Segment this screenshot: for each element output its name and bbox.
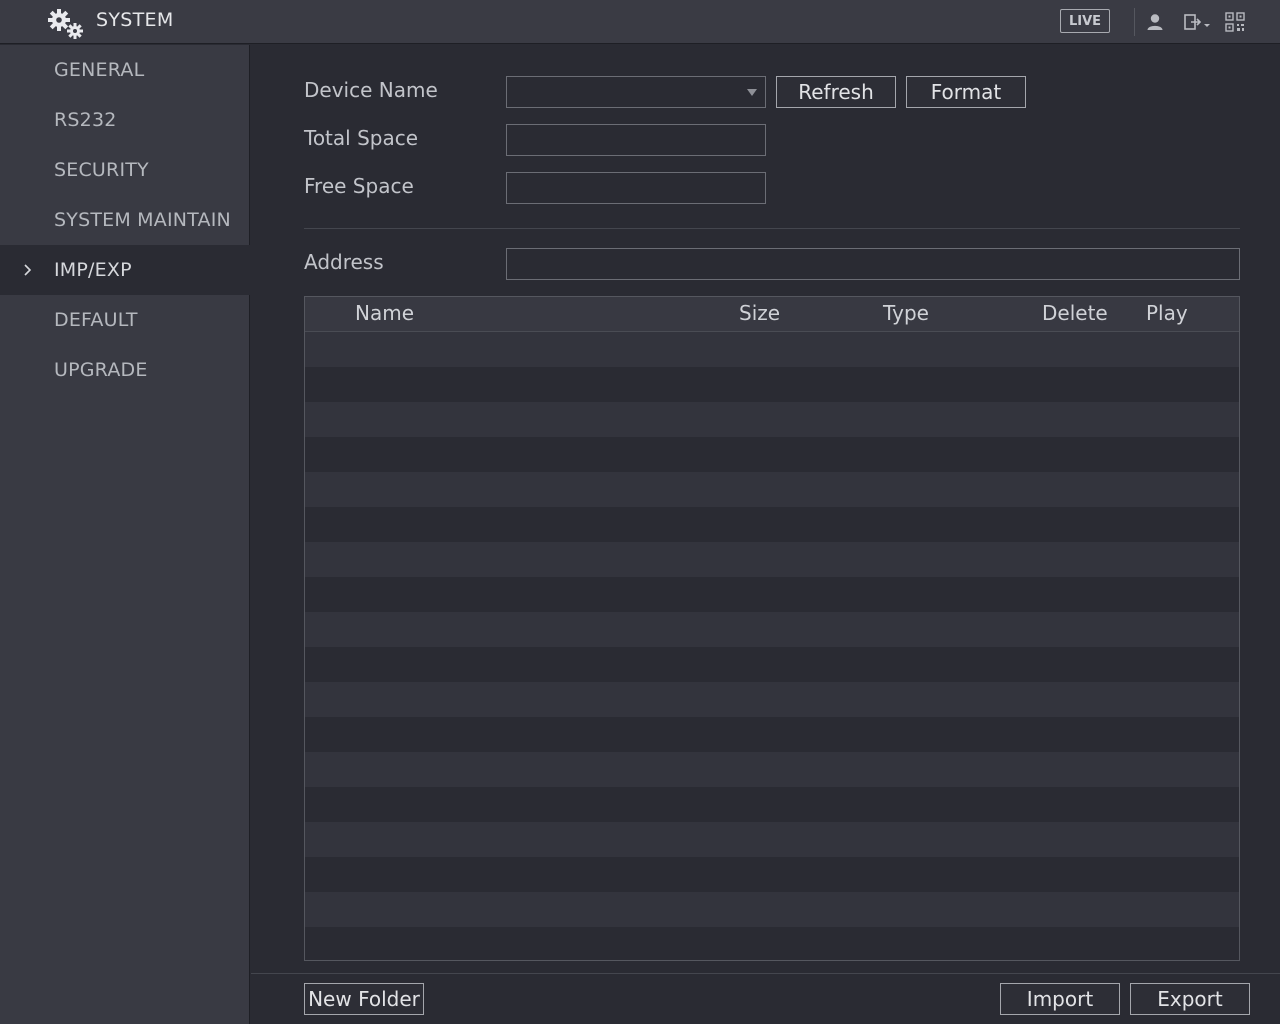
table-row[interactable] bbox=[305, 717, 1239, 752]
table-row[interactable] bbox=[305, 507, 1239, 542]
column-header-name: Name bbox=[355, 301, 415, 325]
sidebar-item-label: UPGRADE bbox=[54, 359, 148, 381]
table-row[interactable] bbox=[305, 437, 1239, 472]
column-header-delete: Delete bbox=[1042, 301, 1108, 325]
table-header: Name Size Type Delete Play bbox=[305, 297, 1239, 332]
new-folder-button[interactable]: New Folder bbox=[304, 983, 424, 1015]
table-row[interactable] bbox=[305, 402, 1239, 437]
header-separator bbox=[1134, 8, 1135, 36]
table-row[interactable] bbox=[305, 787, 1239, 822]
sidebar-item-general[interactable]: GENERAL bbox=[0, 45, 250, 95]
column-header-type: Type bbox=[883, 301, 929, 325]
table-row[interactable] bbox=[305, 367, 1239, 402]
chevron-right-icon bbox=[24, 264, 32, 276]
refresh-button[interactable]: Refresh bbox=[776, 76, 896, 108]
sidebar-item-default[interactable]: DEFAULT bbox=[0, 295, 250, 345]
chevron-down-icon bbox=[747, 89, 757, 96]
sidebar-item-label: DEFAULT bbox=[54, 309, 138, 331]
table-row[interactable] bbox=[305, 332, 1239, 367]
device-name-dropdown[interactable] bbox=[506, 76, 766, 108]
free-space-label: Free Space bbox=[304, 174, 414, 198]
sidebar-item-system-maintain[interactable]: SYSTEM MAINTAIN bbox=[0, 195, 250, 245]
sidebar-item-security[interactable]: SECURITY bbox=[0, 145, 250, 195]
sidebar-nav: GENERAL RS232 SECURITY SYSTEM MAINTAIN I… bbox=[0, 45, 250, 1024]
device-name-label: Device Name bbox=[304, 78, 438, 102]
address-label: Address bbox=[304, 250, 384, 274]
footer-divider bbox=[251, 973, 1280, 974]
page-title: SYSTEM bbox=[96, 9, 174, 31]
table-row[interactable] bbox=[305, 857, 1239, 892]
format-button[interactable]: Format bbox=[906, 76, 1026, 108]
live-view-button[interactable]: LIVE bbox=[1060, 9, 1110, 33]
sidebar-item-label: SECURITY bbox=[54, 159, 149, 181]
total-space-field bbox=[506, 124, 766, 156]
table-row[interactable] bbox=[305, 542, 1239, 577]
sidebar-item-label: SYSTEM MAINTAIN bbox=[54, 209, 231, 231]
column-header-size: Size bbox=[739, 301, 781, 325]
qr-code-icon[interactable] bbox=[1224, 11, 1246, 33]
table-row[interactable] bbox=[305, 927, 1239, 960]
export-button[interactable]: Export bbox=[1130, 983, 1250, 1015]
user-icon[interactable] bbox=[1144, 11, 1166, 33]
table-row[interactable] bbox=[305, 822, 1239, 857]
sidebar-item-imp-exp[interactable]: IMP/EXP bbox=[0, 245, 250, 295]
import-button[interactable]: Import bbox=[1000, 983, 1120, 1015]
top-header-bar: SYSTEM LIVE bbox=[0, 0, 1280, 44]
column-header-play: Play bbox=[1146, 301, 1188, 325]
table-row[interactable] bbox=[305, 647, 1239, 682]
section-divider bbox=[304, 228, 1240, 229]
sidebar-item-upgrade[interactable]: UPGRADE bbox=[0, 345, 250, 395]
table-row[interactable] bbox=[305, 682, 1239, 717]
file-table: Name Size Type Delete Play bbox=[304, 296, 1240, 961]
sidebar-item-rs232[interactable]: RS232 bbox=[0, 95, 250, 145]
sidebar-item-label: GENERAL bbox=[54, 59, 145, 81]
sidebar-item-label: RS232 bbox=[54, 109, 117, 131]
table-row[interactable] bbox=[305, 472, 1239, 507]
table-row[interactable] bbox=[305, 892, 1239, 927]
table-row[interactable] bbox=[305, 612, 1239, 647]
address-field[interactable] bbox=[506, 248, 1240, 280]
table-row[interactable] bbox=[305, 577, 1239, 612]
table-row[interactable] bbox=[305, 752, 1239, 787]
free-space-field bbox=[506, 172, 766, 204]
gears-icon bbox=[48, 9, 83, 39]
total-space-label: Total Space bbox=[304, 126, 419, 150]
logout-icon[interactable] bbox=[1182, 11, 1214, 33]
sidebar-item-label: IMP/EXP bbox=[54, 259, 132, 281]
